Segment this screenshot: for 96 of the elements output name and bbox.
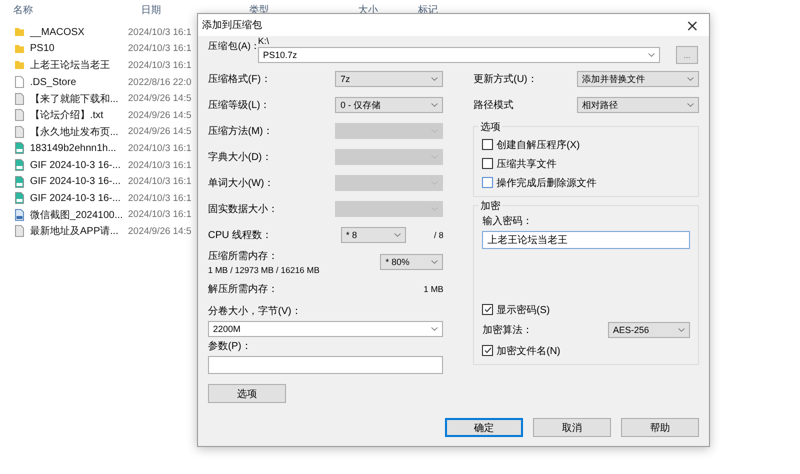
field-label: 参数(P)：	[208, 340, 252, 353]
file-date: 2024/9/26 14:5	[128, 93, 192, 104]
dropdown[interactable]: * 80%	[380, 254, 444, 270]
field-label: 分卷大小，字节(V)：	[208, 304, 302, 318]
dialog-button[interactable]: 帮助	[621, 418, 699, 437]
checkbox-label: 压缩共享文件	[496, 158, 556, 170]
document-icon	[14, 225, 25, 238]
field-label: 字典大小(D)：	[208, 150, 272, 164]
checkbox[interactable]: 压缩共享文件	[482, 154, 690, 173]
field-label: 压缩方法(M)：	[208, 124, 273, 138]
field-label: 输入密码：	[482, 214, 534, 228]
checkbox-box[interactable]	[482, 139, 494, 150]
gif-file-icon	[14, 176, 25, 188]
file-date: 2024/9/26 14:5	[128, 126, 192, 138]
parameters-field[interactable]	[208, 356, 444, 374]
thread-max: / 8	[434, 230, 444, 240]
field-label: 路径模式	[473, 98, 514, 112]
browse-button[interactable]: ...	[676, 46, 698, 64]
dropdown[interactable]: 添加并替换文件	[577, 71, 699, 87]
file-name[interactable]: PS10	[30, 43, 128, 54]
field-label: CPU 线程数：	[208, 228, 272, 242]
file-name[interactable]: GIF 2024-10-3 16-...	[30, 160, 128, 171]
file-date: 2024/10/3 16:1	[128, 26, 192, 38]
checkbox[interactable]: 显示密码(S)	[482, 300, 690, 319]
file-name[interactable]: 【来了就能下载和...	[30, 92, 128, 106]
checkbox-label: 创建自解压程序(X)	[496, 138, 580, 152]
file-date: 2024/10/3 16:1	[128, 142, 192, 154]
memory-usage: 1 MB / 12973 MB / 16216 MB	[208, 265, 320, 275]
group-title: 选项	[478, 120, 502, 134]
file-name[interactable]: __MACOSX	[30, 26, 128, 38]
checkbox[interactable]: 操作完成后删除源文件	[482, 173, 690, 192]
field-label: 加密算法：	[482, 324, 532, 337]
window-title: 添加到压缩包	[202, 18, 262, 32]
field-label: 压缩所需内存：	[208, 250, 279, 263]
file-date: 2024/9/26 14:5	[128, 226, 192, 237]
dropdown[interactable]: 相对路径	[577, 97, 699, 113]
file-name[interactable]: 微信截图_2024100...	[30, 208, 128, 222]
password-field[interactable]: 上老王论坛当老王	[482, 231, 690, 249]
checkbox-label: 加密文件名(N)	[496, 344, 560, 358]
file-date: 2024/10/3 16:1	[128, 192, 192, 204]
field-label: 压缩包(A)：	[208, 41, 258, 53]
file-icon	[14, 76, 25, 88]
field-label: 解压所需内存：	[208, 282, 278, 296]
dialog-button[interactable]: 确定	[445, 418, 523, 437]
file-name[interactable]: .DS_Store	[30, 76, 128, 88]
file-name[interactable]: 183149b2ehnn1h...	[30, 142, 128, 154]
document-icon	[14, 109, 25, 122]
file-date: 2024/10/3 16:1	[128, 160, 192, 171]
file-name[interactable]: GIF 2024-10-3 16-...	[30, 192, 128, 204]
archive-path: K:\	[258, 36, 270, 46]
gif-file-icon	[14, 142, 25, 154]
gif-file-icon	[14, 159, 25, 172]
field-label: 压缩格式(F)：	[208, 72, 271, 86]
checkbox-box[interactable]	[482, 177, 494, 188]
memory-value: 1 MB	[424, 284, 444, 294]
file-date: 2022/8/16 22:0	[128, 76, 192, 88]
options-button[interactable]: 选项	[208, 384, 286, 403]
folder-icon	[14, 42, 25, 55]
file-date: 2024/10/3 16:1	[128, 209, 192, 220]
checkbox-box[interactable]	[482, 158, 494, 169]
column-header[interactable]: 日期	[141, 3, 249, 17]
folder-icon	[14, 26, 25, 38]
document-icon	[14, 126, 25, 138]
checkbox-label: 显示密码(S)	[496, 304, 550, 316]
file-name[interactable]: GIF 2024-10-3 16-...	[30, 176, 128, 188]
file-name[interactable]: 【永久地址发布页...	[30, 124, 128, 139]
archive-name-field[interactable]: PS10.7z	[258, 47, 660, 63]
image-file-icon	[14, 208, 25, 221]
file-date: 2024/10/3 16:1	[128, 60, 192, 71]
group-title: 加密	[478, 199, 502, 213]
checkbox-label: 操作完成后删除源文件	[496, 176, 596, 190]
field-label: 更新方式(U)：	[473, 72, 538, 86]
file-date: 2024/10/3 16:1	[128, 176, 192, 188]
folder-icon	[14, 59, 25, 72]
file-name[interactable]: 【论坛介绍】.txt	[30, 108, 128, 122]
field-label: 固实数据大小：	[208, 202, 278, 216]
dropdown[interactable]: * 8	[341, 227, 406, 243]
column-header[interactable]: 名称	[13, 3, 141, 17]
field-label: 压缩等级(L)：	[208, 98, 270, 112]
field-label: 单词大小(W)：	[208, 176, 274, 190]
volume-size-field[interactable]: 2200M	[208, 321, 444, 337]
dropdown[interactable]: AES-256	[608, 322, 690, 338]
document-icon	[14, 92, 25, 105]
checkbox-box[interactable]	[482, 345, 494, 356]
dialog-button[interactable]: 取消	[533, 418, 611, 437]
checkbox-box[interactable]	[482, 304, 494, 315]
dropdown[interactable]: 0 - 仅存储	[335, 97, 444, 113]
file-date: 2024/10/3 16:1	[128, 43, 192, 54]
file-name[interactable]: 上老王论坛当老王	[30, 58, 128, 72]
checkbox[interactable]: 创建自解压程序(X)	[482, 135, 690, 154]
gif-file-icon	[14, 192, 25, 204]
close-button[interactable]: ×	[680, 16, 705, 34]
file-date: 2024/9/26 14:5	[128, 110, 192, 121]
dropdown[interactable]: 7z	[335, 71, 444, 87]
file-name[interactable]: 最新地址及APP请...	[30, 224, 128, 238]
checkbox[interactable]: 加密文件名(N)	[482, 341, 690, 360]
